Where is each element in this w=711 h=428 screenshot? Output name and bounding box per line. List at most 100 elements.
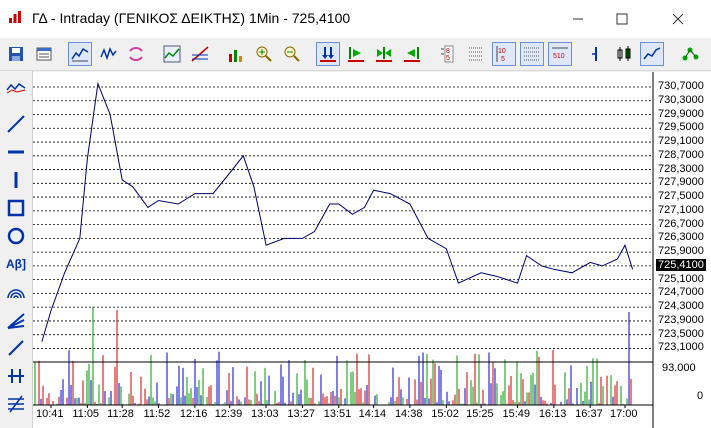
price-tick-label: 728,3000 [658,162,704,175]
zoom-in-button[interactable] [252,42,276,66]
maximize-button[interactable] [599,0,645,38]
volume-tick-label: 93.000 [662,362,696,374]
ellipse-tool[interactable] [3,223,29,249]
price-line [41,81,634,342]
current-value-marker: 725,4100 [656,258,706,271]
price-tick-label: 723,1000 [658,341,704,354]
time-tick-label: 13:03 [251,408,279,420]
price-tick-label: 730,7000 [658,80,704,92]
ray-tool[interactable] [3,335,29,361]
save-button[interactable] [4,42,28,66]
price-tick-label: 726,7000 [658,217,704,230]
price-tick-label: 723,9000 [658,313,704,326]
fit-button[interactable] [316,42,340,66]
rectangle-tool[interactable] [3,195,29,221]
price-tick-label: 725,9000 [658,245,704,258]
price-tick-label: 723,5000 [658,327,704,340]
text-tool-label: Aβ] [6,257,26,271]
compare-button[interactable] [124,42,148,66]
price-tick-label: 724,7000 [658,286,704,299]
properties-button[interactable] [32,42,56,66]
price-chart[interactable] [33,72,711,428]
title-bar: ΓΔ - Intraday (ΓΕΝΙΚΟΣ ΔΕΙΚΤΗΣ) 1Min - 7… [0,0,711,38]
indicator-tool[interactable] [3,75,29,101]
candle-button[interactable] [96,42,120,66]
vertical-line-tool[interactable] [3,167,29,193]
close-button[interactable] [655,0,701,38]
price-tick-label: 730,3000 [658,93,704,106]
back-button[interactable] [400,42,424,66]
candle-icon [100,47,117,61]
ray-icon [8,340,24,356]
step-icon [376,47,392,62]
time-tick-label: 15:02 [431,408,459,420]
price-tick-label: 724,3000 [658,300,704,313]
app-icon [9,11,21,23]
cross-tool[interactable] [3,363,29,389]
time-tick-label: 12:39 [214,408,243,420]
maximize-icon [616,13,628,25]
price-tick-label: 728,7000 [658,148,704,161]
vertical-line-icon [14,172,18,188]
rectangle-icon [7,199,25,217]
horizontal-line-icon [8,150,24,154]
levels-button[interactable]: 85 [436,42,460,66]
indicator-button[interactable] [160,42,184,66]
svg-text:5: 5 [446,55,450,62]
price-tick-label: 725,1000 [658,272,704,285]
fit-icon [320,47,336,62]
play-icon [348,47,364,62]
svg-text:5: 5 [501,56,505,63]
price-tick-label: 727,1000 [658,203,704,216]
scale-icon [524,47,540,61]
line-mode-button[interactable] [640,42,664,66]
scale-button[interactable] [520,42,544,66]
zoom-out-icon [284,46,300,62]
time-tick-label: 11:05 [72,408,100,420]
play-button[interactable] [344,42,368,66]
arc-icon [7,289,25,299]
diagonal-line-icon [7,115,25,133]
time-tick-label: 13:51 [323,408,352,420]
zoom-out-button[interactable] [280,42,304,66]
svg-text:510: 510 [553,53,565,60]
time-tick-label: 11:52 [143,408,171,420]
arc-tool[interactable] [3,279,29,305]
text-tool[interactable]: Aβ] [3,251,29,277]
step-button[interactable] [372,42,396,66]
line-chart-icon [71,47,89,62]
trendline-button[interactable] [188,42,212,66]
chart-area[interactable]: 730,7000 730,3000 729,9000 729,5000 729,1000… [33,72,711,428]
svg-text:10: 10 [498,48,506,55]
cross-icon [8,369,24,383]
ladder-button[interactable]: 10 5 [492,42,516,66]
fibonacci-icon [8,395,24,413]
ladder-icon: 105 [496,46,506,63]
line-icon [643,47,661,60]
fibonacci-tool[interactable] [3,391,29,417]
zoom-in-icon [256,46,272,62]
ohlc-button[interactable] [612,42,636,66]
volume-button[interactable] [224,42,248,66]
indicator-icon [163,45,181,63]
ratio-button[interactable]: 510 [548,42,572,66]
network-button[interactable] [678,42,702,66]
bar-button[interactable] [584,42,608,66]
close-icon [672,13,684,25]
minimize-button[interactable] [555,0,601,38]
window-title: ΓΔ - Intraday (ΓΕΝΙΚΟΣ ΔΕΙΚΤΗΣ) 1Min - 7… [32,10,351,26]
grid-button[interactable] [464,42,488,66]
properties-icon [36,47,52,61]
diagonal-line-tool[interactable] [3,111,29,137]
horizontal-line-tool[interactable] [3,139,29,165]
time-tick-label: 15:49 [502,408,530,420]
time-tick-label: 16:13 [538,408,567,420]
drawing-tools: Aβ] [0,71,33,428]
minimize-icon [573,18,583,20]
price-tick-label: 727,5000 [658,190,704,203]
save-icon [9,47,23,61]
fan-tool[interactable] [3,307,29,333]
ellipse-icon [7,227,25,245]
time-tick-label: 12:16 [179,408,208,420]
line-chart-button[interactable] [68,42,92,66]
